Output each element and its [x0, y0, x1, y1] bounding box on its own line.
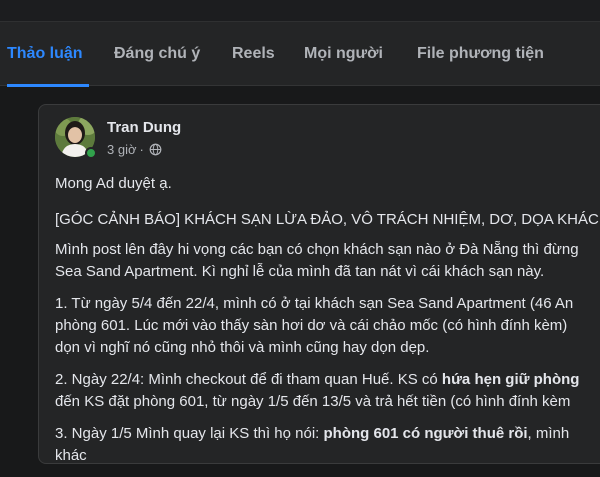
tab-label: Mọi người [304, 45, 383, 62]
paragraph-line: đến KS đặt phòng 601, từ ngày 1/5 đến 13… [55, 393, 571, 410]
tab-label: File phương tiện [417, 45, 544, 62]
tab-dang-chu-y[interactable]: Đáng chú ý [114, 22, 200, 86]
post-author[interactable]: Tran Dung [107, 119, 181, 136]
post-paragraph: Mình post lên đây hi vọng các bạn có chọ… [55, 239, 600, 283]
tab-thao-luan[interactable]: Thảo luận [7, 22, 89, 87]
tab-file-phuong-tien[interactable]: File phương tiện [417, 22, 544, 86]
bold-text: hứa hẹn giữ phòng [441, 371, 580, 388]
paragraph-line: 2. Ngày 22/4: Mình checkout để đi tham q… [55, 371, 442, 388]
group-tab-bar: Thảo luận Đáng chú ý Reels Mọi người Fil… [0, 22, 600, 87]
post-card: Tran Dung 3 giờ · Mong Ad duyệt ạ. [GÓC … [38, 104, 600, 464]
paragraph-text: [GÓC CẢNH BÁO] KHÁCH SẠN LỪA ĐẢO, VÔ TRÁ… [55, 211, 600, 228]
tab-moi-nguoi[interactable]: Mọi người [304, 22, 383, 86]
post-body: Mong Ad duyệt ạ. [GÓC CẢNH BÁO] KHÁCH SẠ… [55, 173, 600, 477]
meta-separator: · [139, 142, 144, 157]
top-strip [0, 0, 600, 22]
tab-reels[interactable]: Reels [232, 22, 275, 86]
tab-label: Thảo luận [7, 45, 83, 62]
active-tab-indicator [7, 84, 89, 87]
paragraph-line: 3. Ngày 1/5 Mình quay lại KS thì họ nói: [55, 425, 324, 442]
bold-text: phòng 601 có người thuê rồi [323, 425, 528, 442]
online-status-indicator [85, 147, 97, 159]
paragraph-line: , mình [527, 425, 570, 442]
post-paragraph: 3. Ngày 1/5 Mình quay lại KS thì họ nói:… [55, 423, 600, 467]
paragraph-line: dọn vì nghĩ nó cũng nhỏ thôi và mình cũn… [55, 339, 430, 356]
paragraph-line: Sea Sand Apartment. Kì nghỉ lễ của mình … [55, 263, 545, 280]
globe-icon[interactable] [149, 143, 162, 156]
paragraph-text: Mong Ad duyệt ạ. [55, 175, 172, 192]
post-paragraph: [GÓC CẢNH BÁO] KHÁCH SẠN LỪA ĐẢO, VÔ TRÁ… [55, 209, 600, 231]
tab-label: Reels [232, 45, 275, 62]
paragraph-line: Mình post lên đây hi vọng các bạn có chọ… [55, 241, 579, 258]
paragraph-line: 1. Từ ngày 5/4 đến 22/4, mình có ở tại k… [55, 295, 574, 312]
post-paragraph: 2. Ngày 22/4: Mình checkout để đi tham q… [55, 369, 600, 413]
post-paragraph: 1. Từ ngày 5/4 đến 22/4, mình có ở tại k… [55, 293, 600, 359]
paragraph-line: phòng 601. Lúc mới vào thấy sàn hơi dơ v… [55, 317, 568, 334]
tab-label: Đáng chú ý [114, 45, 201, 62]
post-paragraph: Mong Ad duyệt ạ. [55, 173, 600, 195]
post-meta: 3 giờ · [107, 142, 162, 157]
post-timestamp[interactable]: 3 giờ [107, 142, 137, 157]
